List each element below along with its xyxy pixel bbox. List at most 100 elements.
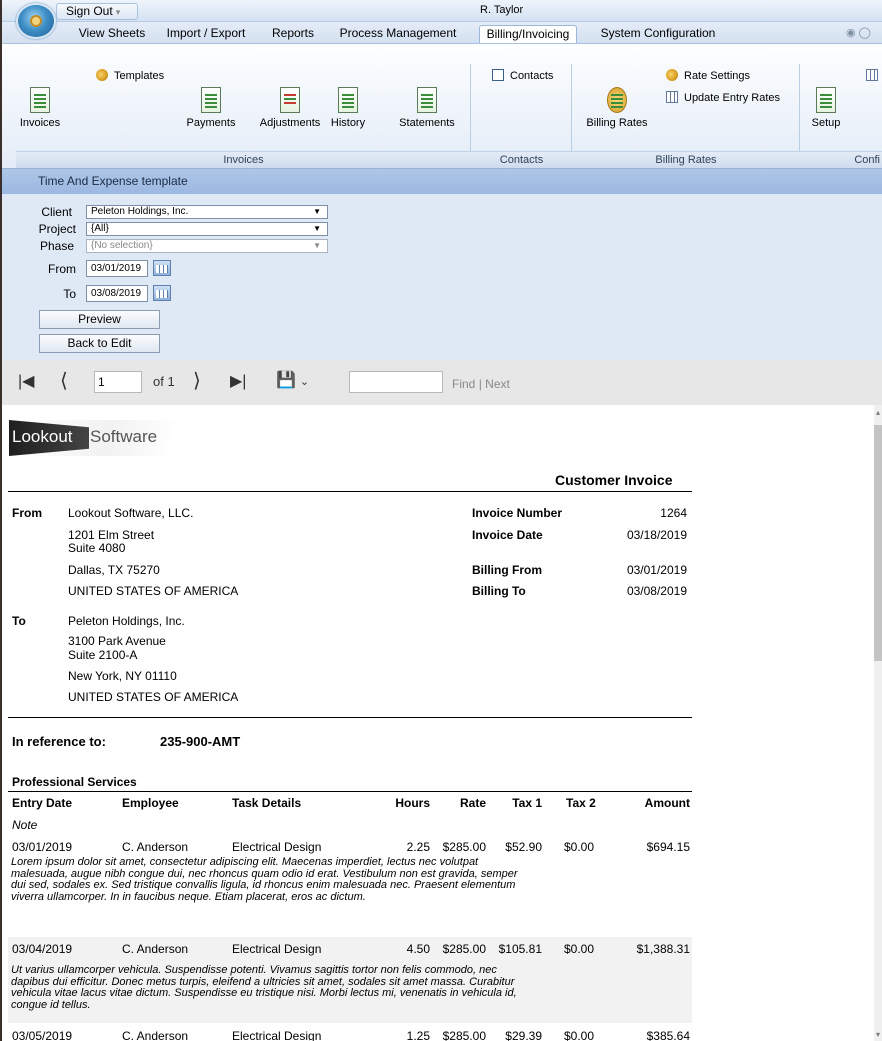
tab-reports[interactable]: Reports xyxy=(266,25,320,43)
next-page-icon[interactable]: ⟩ xyxy=(193,368,201,393)
to-label: To xyxy=(63,287,76,301)
app-menu-orb[interactable] xyxy=(16,3,56,39)
row-hours: 2.25 xyxy=(406,840,430,854)
row-hours: 4.50 xyxy=(406,942,430,956)
project-select[interactable]: {All} ▼ xyxy=(86,222,328,236)
invoices-label: Invoices xyxy=(19,117,61,129)
to-city: New York, NY 01110 xyxy=(68,669,177,683)
phase-select[interactable]: {No selection} ▼ xyxy=(86,239,328,253)
dropdown-arrow-icon: ▼ xyxy=(313,241,321,250)
from-label: From xyxy=(12,506,42,520)
contacts-button[interactable]: Contacts xyxy=(492,69,553,82)
tab-view-sheets[interactable]: View Sheets xyxy=(72,25,152,43)
project-label: Project xyxy=(38,222,76,236)
last-page-icon[interactable]: ▶| xyxy=(230,371,246,391)
statements-button[interactable]: Statements xyxy=(398,87,456,129)
logo-text-light: Software xyxy=(90,427,158,446)
update-entry-rates-label: Update Entry Rates xyxy=(684,92,780,104)
calendar-icon[interactable] xyxy=(153,285,171,301)
row-employee: C. Anderson xyxy=(122,942,189,956)
history-button[interactable]: History xyxy=(328,87,368,129)
tab-import-export[interactable]: Import / Export xyxy=(160,25,252,43)
rate-settings-button[interactable]: Rate Settings xyxy=(666,69,750,82)
separator: | xyxy=(478,377,482,391)
calendar-icon[interactable] xyxy=(153,260,171,276)
reference-label: In reference to: xyxy=(12,734,106,749)
tab-system-configuration[interactable]: System Configuration xyxy=(596,25,720,43)
back-to-edit-button[interactable]: Back to Edit xyxy=(39,334,160,353)
next-link[interactable]: Next xyxy=(485,377,510,391)
update-entry-rates-button[interactable]: Update Entry Rates xyxy=(666,91,780,104)
to-address-1: 3100 Park Avenue xyxy=(68,634,166,648)
col-tax2: Tax 2 xyxy=(566,796,596,810)
page-number-input[interactable]: 1 xyxy=(94,371,142,393)
section-title: Professional Services xyxy=(12,775,137,789)
templates-button[interactable]: Templates xyxy=(96,69,164,82)
from-address-2: Suite 4080 xyxy=(68,541,126,555)
find-link[interactable]: Find xyxy=(452,377,475,391)
billing-from: 03/01/2019 xyxy=(626,563,687,577)
scroll-up-icon[interactable]: ▴ xyxy=(876,408,880,417)
row-tax1: $105.81 xyxy=(498,942,542,956)
from-label: From xyxy=(48,262,76,276)
find-input[interactable] xyxy=(349,371,443,393)
app-logo-icon xyxy=(30,15,42,27)
row-hours: 1.25 xyxy=(406,1029,430,1041)
row-rate: $285.00 xyxy=(442,942,486,956)
to-address-2: Suite 2100-A xyxy=(68,648,138,662)
config-group-label: Confi xyxy=(800,151,882,168)
from-country: UNITED STATES OF AMERICA xyxy=(68,584,239,598)
billing-rates-group-label: Billing Rates xyxy=(572,151,800,168)
billing-rates-button[interactable]: Billing Rates xyxy=(586,87,648,129)
from-date-input[interactable]: 03/01/2019 xyxy=(86,260,148,277)
row-tax2: $0.00 xyxy=(564,1029,595,1041)
project-value: {All} xyxy=(91,223,109,234)
row-rate: $285.00 xyxy=(442,1029,486,1041)
col-entry-date: Entry Date xyxy=(12,796,73,810)
scroll-down-icon[interactable]: ▾ xyxy=(876,1030,880,1039)
client-select[interactable]: Peleton Holdings, Inc. ▼ xyxy=(86,205,328,219)
first-page-icon[interactable]: |◀ xyxy=(18,371,34,391)
payments-button[interactable]: Payments xyxy=(186,87,236,129)
billing-from-label: Billing From xyxy=(472,563,542,577)
divider xyxy=(8,717,692,718)
invoice-title: Customer Invoice xyxy=(555,472,673,488)
scrollbar-thumb[interactable] xyxy=(874,425,882,661)
invoice-date: 03/18/2019 xyxy=(626,528,687,542)
contacts-icon xyxy=(492,69,504,81)
contacts-group-label: Contacts xyxy=(471,151,572,168)
invoice-date-label: Invoice Date xyxy=(472,528,543,542)
divider xyxy=(8,791,692,792)
contacts-label: Contacts xyxy=(510,70,554,82)
help-icon[interactable]: ◉ ◯ xyxy=(846,26,871,39)
config-small-icon[interactable] xyxy=(866,69,882,82)
row-amount: $694.15 xyxy=(646,840,690,854)
row-date: 03/05/2019 xyxy=(12,1029,73,1041)
reference-value: 235-900-AMT xyxy=(160,734,241,749)
to-date-input[interactable]: 03/08/2019 xyxy=(86,285,148,302)
row-tax2: $0.00 xyxy=(564,942,595,956)
history-label: History xyxy=(330,117,366,129)
tab-billing-invoicing[interactable]: Billing/Invoicing xyxy=(479,25,577,43)
from-name: Lookout Software, LLC. xyxy=(68,506,194,520)
previous-page-icon[interactable]: ⟨ xyxy=(60,368,68,393)
row-employee: C. Anderson xyxy=(122,840,189,854)
col-hours: Hours xyxy=(395,796,430,810)
sign-out-button[interactable]: Sign Out ▾ xyxy=(56,3,138,20)
coins-icon xyxy=(607,87,627,113)
row-amount: $385.64 xyxy=(646,1029,690,1041)
row-date: 03/01/2019 xyxy=(12,840,73,854)
billing-to: 03/08/2019 xyxy=(626,584,687,598)
invoices-button[interactable]: Invoices xyxy=(19,87,61,129)
preview-button[interactable]: Preview xyxy=(39,310,160,329)
col-tax1: Tax 1 xyxy=(512,796,542,810)
row-employee: C. Anderson xyxy=(122,1029,189,1041)
setup-button[interactable]: Setup xyxy=(806,87,846,129)
sign-out-label: Sign Out xyxy=(66,4,113,18)
adjustments-button[interactable]: Adjustments xyxy=(258,87,322,129)
save-icon[interactable]: 💾 ⌄ xyxy=(276,370,309,390)
tab-process-management[interactable]: Process Management xyxy=(336,25,460,43)
row-tax1: $29.39 xyxy=(505,1029,542,1041)
statements-icon xyxy=(417,87,437,113)
from-city: Dallas, TX 75270 xyxy=(68,563,160,577)
